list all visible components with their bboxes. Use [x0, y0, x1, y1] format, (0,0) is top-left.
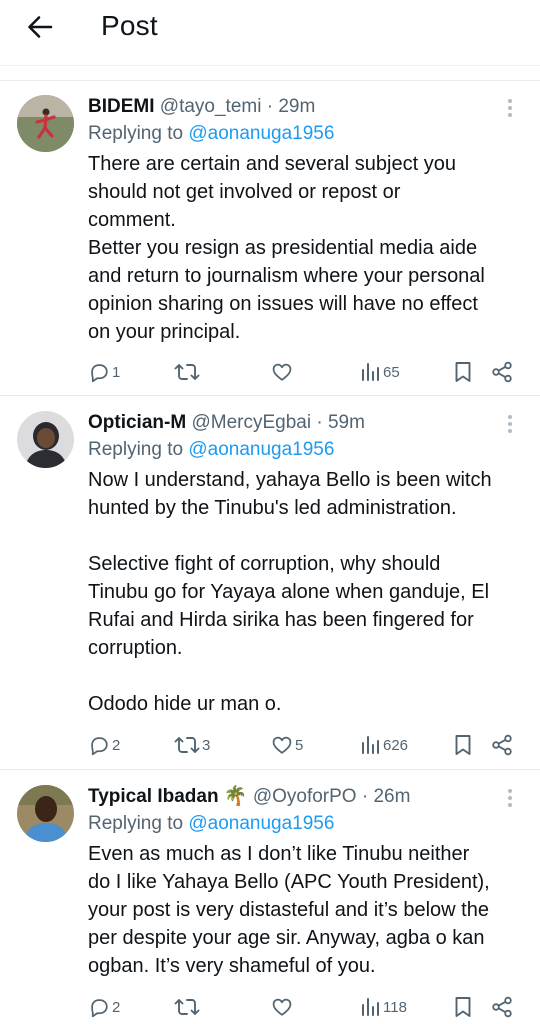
display-name[interactable]: Typical Ibadan	[88, 786, 219, 807]
timestamp[interactable]: 26m	[373, 786, 410, 807]
bookmark-button[interactable]	[453, 993, 473, 1021]
display-name[interactable]: Optician-M	[88, 412, 186, 433]
repost-icon	[174, 737, 200, 753]
reply-header: Optician-M @MercyEgbai · 59m	[88, 412, 365, 433]
bookmark-button[interactable]	[453, 731, 473, 759]
more-icon[interactable]	[500, 412, 520, 436]
view-count: 118	[383, 998, 407, 1016]
user-handle[interactable]: @tayo_temi	[160, 96, 262, 117]
reply-count: 2	[112, 736, 121, 754]
reply-post[interactable]: BIDEMI @tayo_temi · 29m Replying to @aon…	[0, 81, 540, 396]
avatar[interactable]	[17, 411, 74, 468]
views-button[interactable]: 118	[361, 993, 407, 1021]
reply-post[interactable]: Optician-M @MercyEgbai · 59m Replying to…	[0, 397, 540, 770]
share-button[interactable]	[491, 993, 513, 1021]
views-button[interactable]: 626	[361, 731, 408, 759]
view-count: 65	[383, 363, 400, 381]
repost-button[interactable]	[174, 993, 202, 1021]
like-button[interactable]: 5	[271, 731, 303, 759]
avatar[interactable]	[17, 785, 74, 842]
action-bar: 2 3 5 626	[88, 731, 524, 759]
like-icon	[272, 998, 292, 1016]
more-icon[interactable]	[500, 96, 520, 120]
repost-count: 3	[202, 736, 211, 754]
replying-handle-link[interactable]: @aonanuga1956	[188, 813, 334, 834]
action-bar: 2 118	[88, 993, 524, 1024]
display-name[interactable]: BIDEMI	[88, 96, 155, 117]
share-button[interactable]	[491, 731, 513, 759]
share-button[interactable]	[491, 358, 513, 386]
top-bar: Post	[0, 0, 540, 56]
reply-count: 2	[112, 998, 121, 1016]
more-icon[interactable]	[500, 786, 520, 810]
timestamp[interactable]: 29m	[278, 96, 315, 117]
replying-to: Replying to @aonanuga1956	[88, 123, 335, 144]
reply-button[interactable]: 2	[88, 993, 120, 1021]
view-count: 626	[383, 736, 409, 754]
reply-icon	[91, 364, 108, 383]
replying-handle-link[interactable]: @aonanuga1956	[188, 123, 334, 144]
timestamp[interactable]: 59m	[328, 412, 365, 433]
reply-text: There are certain and several subject yo…	[88, 153, 485, 343]
share-icon	[492, 734, 512, 756]
repost-icon	[174, 364, 200, 380]
bookmark-icon	[455, 362, 471, 382]
divider	[0, 65, 540, 66]
like-button[interactable]	[271, 358, 295, 386]
repost-button[interactable]: 3	[174, 731, 210, 759]
views-button[interactable]: 65	[361, 358, 400, 386]
user-handle[interactable]: @OyoforPO	[253, 786, 357, 807]
back-button[interactable]	[22, 12, 58, 42]
bookmark-icon	[455, 997, 471, 1017]
reply-text: Even as much as I don’t like Tinubu neit…	[88, 843, 490, 977]
reply-count: 1	[112, 363, 121, 381]
repost-button[interactable]	[174, 358, 202, 386]
page-title: Post	[101, 10, 158, 41]
bookmark-button[interactable]	[453, 358, 473, 386]
replying-to: Replying to @aonanuga1956	[88, 439, 335, 460]
views-icon	[362, 998, 379, 1016]
replying-handle-link[interactable]: @aonanuga1956	[188, 439, 334, 460]
reply-button[interactable]: 1	[88, 358, 120, 386]
bookmark-icon	[455, 735, 471, 755]
like-button[interactable]	[271, 993, 295, 1021]
reply-header: Typical Ibadan 🌴 @OyoforPO · 26m	[88, 786, 411, 807]
reply-post[interactable]: Typical Ibadan 🌴 @OyoforPO · 26m Replyin…	[0, 771, 540, 1024]
reply-icon	[91, 737, 108, 756]
reply-button[interactable]: 2	[88, 731, 120, 759]
reply-icon	[91, 999, 108, 1018]
palm-tree-emoji: 🌴	[223, 786, 248, 807]
views-icon	[362, 736, 379, 754]
back-arrow-icon	[28, 16, 53, 38]
action-bar: 1 65	[88, 358, 524, 386]
reply-text: Now I understand, yahaya Bello is been w…	[88, 469, 492, 715]
like-count: 5	[295, 736, 304, 754]
views-icon	[362, 363, 379, 381]
like-icon	[272, 736, 292, 754]
avatar[interactable]	[17, 95, 74, 152]
user-handle[interactable]: @MercyEgbai	[191, 412, 311, 433]
like-icon	[272, 363, 292, 381]
replying-to: Replying to @aonanuga1956	[88, 813, 335, 834]
repost-icon	[174, 999, 200, 1015]
share-icon	[492, 996, 512, 1018]
reply-header: BIDEMI @tayo_temi · 29m	[88, 96, 316, 117]
share-icon	[492, 361, 512, 383]
